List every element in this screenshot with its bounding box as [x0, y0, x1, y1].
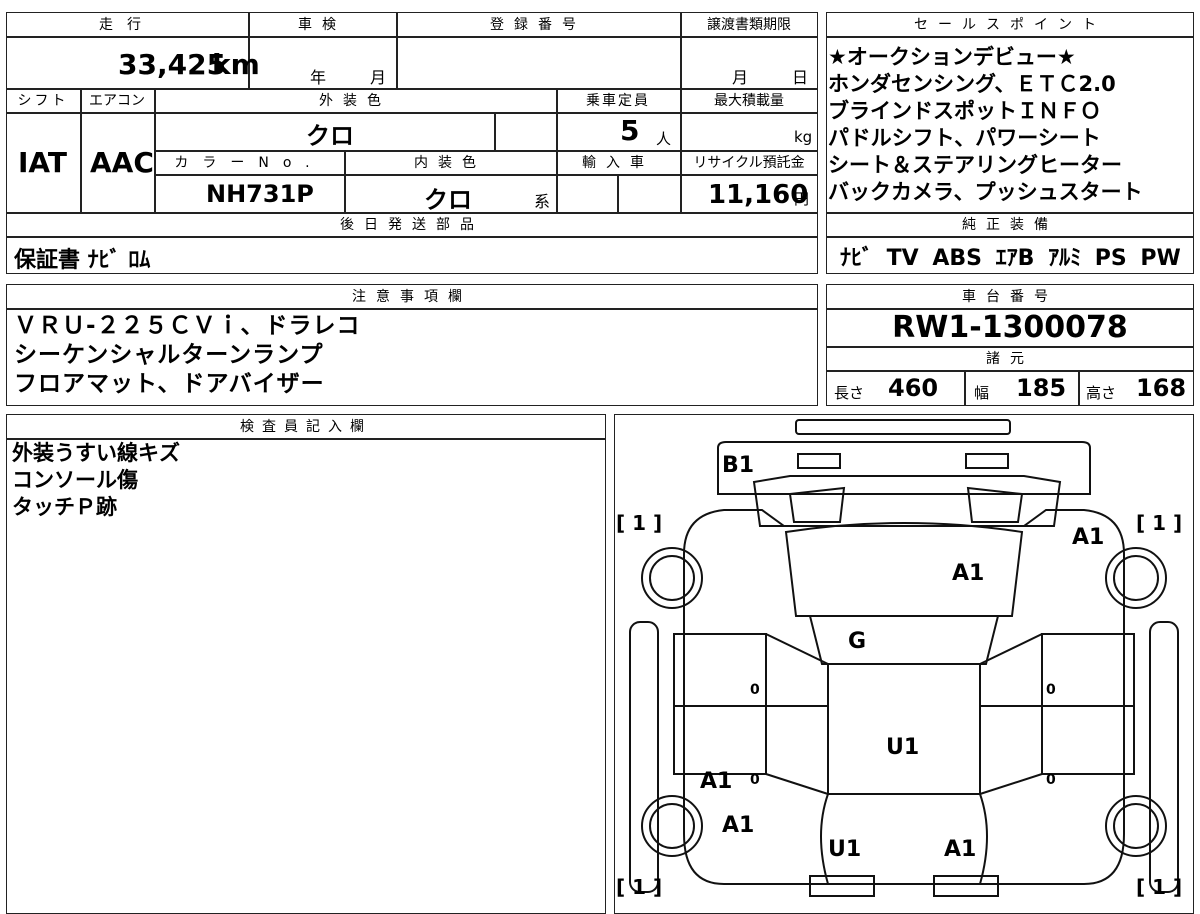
mark-left-front-door: A1 — [700, 769, 732, 794]
deadline-day: 日 — [792, 68, 809, 87]
divider — [617, 174, 619, 212]
mark-roof: G — [848, 629, 866, 654]
divider — [396, 12, 398, 88]
list-item: ★オークションデビュー★ — [828, 45, 1076, 69]
zero-mark: 0 — [1046, 682, 1056, 698]
divider — [6, 36, 818, 38]
inspector-header: 検査員記入欄 — [240, 419, 372, 435]
divider — [154, 174, 818, 176]
mark-rear-bumper: B1 — [722, 453, 754, 478]
aircon-header: エアコン — [89, 93, 145, 109]
divider — [964, 370, 966, 406]
zero-mark: 0 — [750, 682, 760, 698]
inspector-notes-list: 外装うすい線キズ コンソール傷 タッチＰ跡 — [12, 440, 180, 521]
later-parts-value: 保証書 ﾅﾋﾞ ﾛﾑ — [14, 248, 151, 273]
mark-front-bumper-left: U1 — [828, 837, 861, 862]
list-item: 外装うすい線キズ — [12, 441, 180, 465]
color-no-header: カラーNo. — [174, 155, 324, 171]
genuine-equipment-header: 純正装備 — [962, 217, 1058, 233]
capacity-unit: 人 — [656, 130, 672, 148]
interior-suffix: 系 — [534, 192, 551, 211]
shaken-year: 年 — [310, 68, 327, 87]
capacity-header: 乗車定員 — [586, 93, 650, 109]
divider — [1078, 370, 1080, 406]
shaken-month: 月 — [370, 68, 387, 87]
tire-front-left: [ 1 ] — [616, 875, 662, 899]
divider — [344, 150, 346, 212]
divider — [826, 36, 1194, 38]
mileage-value: 33,425 — [118, 48, 227, 81]
deadline-month: 月 — [732, 68, 749, 87]
height-value: 168 — [1136, 374, 1187, 402]
divider — [80, 88, 82, 212]
list-item: タッチＰ跡 — [12, 495, 117, 519]
mark-front-bumper-right: A1 — [944, 837, 976, 862]
chassis-no-header: 車台番号 — [962, 289, 1058, 305]
divider — [6, 236, 818, 238]
width-label: 幅 — [974, 384, 990, 402]
aircon-value: AAC — [90, 146, 154, 179]
recycle-header: リサイクル預託金 — [693, 155, 805, 171]
length-label: 長さ — [834, 384, 865, 402]
mileage-unit: km — [212, 48, 260, 81]
tire-front-right: [ 1 ] — [1136, 875, 1182, 899]
shift-header: シフト — [17, 93, 69, 109]
height-label: 高さ — [1086, 384, 1117, 402]
length-value: 460 — [888, 374, 939, 402]
genuine-equipment-value: ﾅﾋﾞ TV ABS ｴｱB ｱﾙﾐ PS PW — [840, 246, 1181, 271]
chassis-no-value: RW1-1300078 — [892, 310, 1128, 345]
interior-color-value: クロ — [424, 186, 472, 214]
zero-mark: 0 — [1046, 772, 1056, 788]
list-item: ブラインドスポットＩＮＦＯ — [828, 99, 1101, 123]
mark-right-rear-fender: A1 — [1072, 525, 1104, 550]
list-item: バックカメラ、プッシュスタート — [828, 180, 1143, 204]
interior-color-header: 内装色 — [414, 155, 486, 171]
width-value: 185 — [1016, 374, 1067, 402]
recycle-unit: 円 — [794, 190, 810, 208]
mark-hood: U1 — [886, 735, 919, 760]
sales-point-list: ★オークションデビュー★ ホンダセンシング、ＥＴＣ2.0 ブラインドスポットＩＮＦＯ… — [828, 44, 1194, 206]
tire-rear-left: [ 1 ] — [616, 511, 662, 535]
transfer-deadline-header: 譲渡書類期限 — [707, 17, 791, 33]
color-no-value: NH731P — [206, 180, 314, 208]
registration-header: 登録番号 — [490, 17, 586, 33]
exterior-color-value: クロ — [306, 122, 354, 150]
shaken-header: 車検 — [298, 17, 346, 33]
zero-mark: 0 — [750, 772, 760, 788]
mark-rear-glass: A1 — [952, 561, 984, 586]
later-parts-header: 後日発送部品 — [340, 217, 484, 233]
list-item: シート＆ステアリングヒーター — [828, 153, 1122, 177]
list-item: パドルシフト、パワーシート — [828, 126, 1101, 150]
mark-left-front-fender: A1 — [722, 813, 754, 838]
notes-header: 注意事項欄 — [352, 289, 472, 305]
import-header: 輸入車 — [582, 155, 654, 171]
list-item: ホンダセンシング、ＥＴＣ2.0 — [828, 72, 1116, 96]
max-load-header: 最大積載量 — [714, 93, 784, 109]
list-item: ＶＲＵ-２２５ＣＶｉ、ドラレコ — [14, 313, 361, 339]
capacity-value: 5 — [620, 114, 640, 147]
list-item: コンソール傷 — [12, 468, 138, 492]
load-unit: kg — [794, 128, 813, 146]
divider — [494, 112, 496, 150]
divider — [826, 236, 1194, 238]
shift-value: IAT — [18, 146, 68, 179]
specs-header: 諸元 — [986, 351, 1034, 367]
mileage-header: 走行 — [99, 17, 155, 33]
notes-list: ＶＲＵ-２２５ＣＶｉ、ドラレコ シーケンシャルターンランプ フロアマット、ドアバイザ… — [14, 312, 361, 399]
tire-rear-right: [ 1 ] — [1136, 511, 1182, 535]
car-diagram: B1 A1 G U1 A1 A1 A1 U1 A1 [ 1 ] [ 1 ] [ … — [616, 419, 1182, 899]
exterior-color-header: 外装色 — [319, 93, 391, 109]
sales-point-header: セールスポイント — [914, 17, 1106, 33]
divider — [826, 370, 1194, 372]
list-item: シーケンシャルターンランプ — [14, 342, 324, 368]
list-item: フロアマット、ドアバイザー — [14, 371, 325, 397]
divider — [6, 308, 818, 310]
divider — [6, 112, 818, 114]
